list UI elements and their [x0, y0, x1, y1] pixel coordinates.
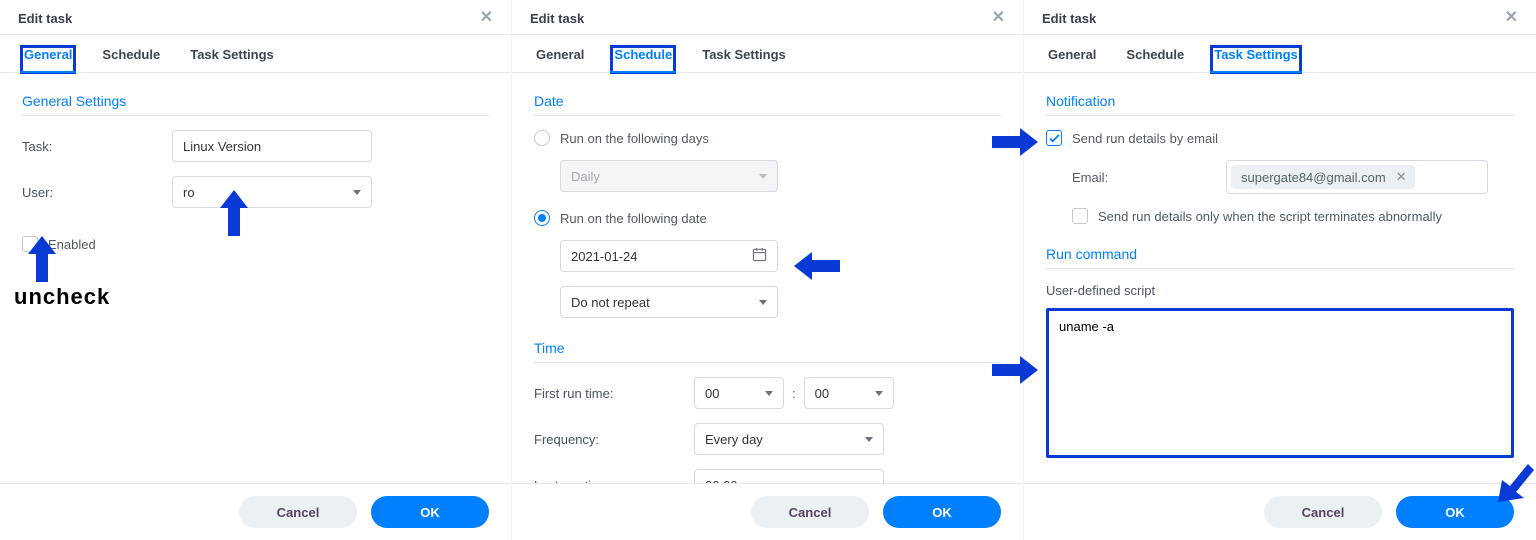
- chevron-down-icon: [759, 300, 767, 305]
- annotation-arrow-right-icon: [992, 356, 1038, 384]
- date-input[interactable]: 2021-01-24: [560, 240, 778, 272]
- tab-general[interactable]: General: [1046, 47, 1098, 72]
- send-details-label: Send run details by email: [1072, 131, 1218, 146]
- dialog-title: Edit task: [1042, 11, 1096, 26]
- tab-schedule[interactable]: Schedule: [612, 47, 674, 72]
- close-icon[interactable]: ✕: [992, 10, 1005, 26]
- user-select[interactable]: ro: [172, 176, 372, 208]
- annotation-arrow-up-icon: [28, 236, 56, 282]
- chevron-down-icon: [875, 391, 883, 396]
- first-run-label: First run time:: [534, 386, 664, 401]
- chevron-down-icon: [353, 190, 361, 195]
- email-input[interactable]: supergate84@gmail.com ✕: [1226, 160, 1488, 194]
- script-textarea[interactable]: uname -a: [1046, 308, 1514, 458]
- close-icon[interactable]: ✕: [480, 10, 493, 26]
- cancel-button[interactable]: Cancel: [239, 496, 357, 528]
- ok-button[interactable]: OK: [883, 496, 1001, 528]
- annotation-arrow-left-icon: [794, 252, 840, 280]
- user-label: User:: [22, 185, 172, 200]
- section-notification: Notification: [1046, 93, 1514, 116]
- section-time: Time: [534, 340, 1001, 363]
- first-run-hour-select[interactable]: 00: [694, 377, 784, 409]
- tab-task-settings[interactable]: Task Settings: [700, 47, 788, 72]
- calendar-icon: [752, 247, 767, 265]
- section-run-command: Run command: [1046, 246, 1514, 269]
- repeat-select[interactable]: Do not repeat: [560, 286, 778, 318]
- radio-run-date[interactable]: [534, 210, 550, 226]
- first-run-min-select[interactable]: 00: [804, 377, 894, 409]
- tab-task-settings[interactable]: Task Settings: [188, 47, 276, 72]
- radio-run-days[interactable]: [534, 130, 550, 146]
- frequency-select[interactable]: Every day: [694, 423, 884, 455]
- chevron-down-icon: [765, 391, 773, 396]
- tab-schedule[interactable]: Schedule: [1124, 47, 1186, 72]
- ok-button[interactable]: OK: [371, 496, 489, 528]
- abnormal-only-label: Send run details only when the script te…: [1098, 209, 1442, 224]
- task-label: Task:: [22, 139, 172, 154]
- tab-schedule[interactable]: Schedule: [100, 47, 162, 72]
- radio-run-date-label: Run on the following date: [560, 211, 707, 226]
- chip-remove-icon[interactable]: ✕: [1396, 169, 1407, 185]
- ok-button[interactable]: OK: [1396, 496, 1514, 528]
- cancel-button[interactable]: Cancel: [751, 496, 869, 528]
- tab-task-settings[interactable]: Task Settings: [1212, 47, 1300, 72]
- section-date: Date: [534, 93, 1001, 116]
- abnormal-only-checkbox[interactable]: [1072, 208, 1088, 224]
- time-colon: :: [792, 386, 796, 401]
- send-details-checkbox[interactable]: [1046, 130, 1062, 146]
- annotation-arrow-right-icon: [992, 128, 1038, 156]
- email-label: Email:: [1072, 170, 1192, 185]
- chevron-down-icon: [865, 437, 873, 442]
- task-name-input[interactable]: Linux Version: [172, 130, 372, 162]
- panel-schedule: Edit task ✕ General Schedule Task Settin…: [512, 0, 1024, 540]
- email-chip: supergate84@gmail.com ✕: [1231, 165, 1415, 189]
- dialog-title: Edit task: [530, 11, 584, 26]
- frequency-label: Frequency:: [534, 432, 664, 447]
- annotation-arrow-down-left-icon: [1498, 462, 1534, 502]
- annotation-arrow-up-icon: [220, 190, 248, 236]
- section-general-settings: General Settings: [22, 93, 489, 116]
- cancel-button[interactable]: Cancel: [1264, 496, 1382, 528]
- tab-general[interactable]: General: [534, 47, 586, 72]
- radio-run-days-label: Run on the following days: [560, 131, 709, 146]
- script-label: User-defined script: [1046, 283, 1514, 298]
- annotation-text-uncheck: uncheck: [14, 284, 110, 310]
- chevron-down-icon: [759, 174, 767, 179]
- panel-general: Edit task ✕ General Schedule Task Settin…: [0, 0, 512, 540]
- close-icon[interactable]: ✕: [1505, 10, 1518, 26]
- tab-general[interactable]: General: [22, 47, 74, 72]
- dialog-title: Edit task: [18, 11, 72, 26]
- days-select: Daily: [560, 160, 778, 192]
- panel-task-settings: Edit task ✕ General Schedule Task Settin…: [1024, 0, 1536, 540]
